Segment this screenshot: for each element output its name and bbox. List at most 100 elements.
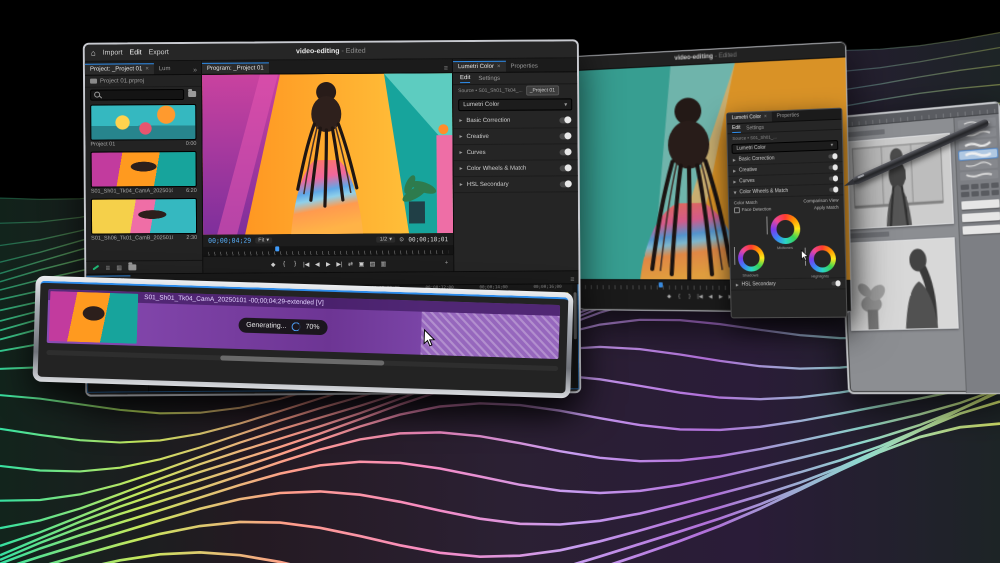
tab-program[interactable]: Program: _Project 01 [202,62,269,73]
step-back-button[interactable]: ◀ [707,293,713,299]
tab-lumetri-color[interactable]: Lumetri Color× [727,111,772,124]
toggle-switch[interactable] [829,165,838,170]
timeline-vertical-scrollbar[interactable] [572,284,578,388]
clip-thumbnail[interactable] [91,151,197,188]
storyboard-frame-2[interactable] [847,237,958,331]
layer-swatch[interactable] [961,199,999,210]
go-to-in-button[interactable]: |◀ [697,293,703,299]
apply-match-button[interactable]: Apply Match [814,205,839,212]
extended-clip[interactable]: S01_Sh01_Tk04_CamA_20250101 -00;00;04;29… [47,289,560,359]
section-creative[interactable]: ▸Creative [453,128,577,145]
target-clip-chip[interactable]: _Project 01 [526,85,559,95]
grid-view-icon[interactable]: ▦ [116,264,122,271]
toggle-switch[interactable] [831,281,840,286]
close-icon[interactable]: × [764,114,767,120]
tool-icon-grid[interactable] [961,182,1000,197]
tool-icon[interactable] [981,190,989,196]
pen-tool-icon[interactable] [92,265,99,271]
mark-out-button[interactable]: } [686,293,692,299]
section-curves[interactable]: ▸Curves [453,144,577,161]
tool-icon[interactable] [971,191,979,197]
toggle-switch[interactable] [559,133,571,139]
current-timecode[interactable]: 00;00;04;29 [208,237,251,245]
step-back-button[interactable]: ◀ [314,261,320,268]
section-basic-correction[interactable]: ▸Basic Correction [453,112,577,129]
section-hsl-secondary[interactable]: ▸HSL Secondary [454,176,578,193]
subtab-settings[interactable]: Settings [478,75,500,81]
list-view-icon[interactable]: ≣ [105,264,110,271]
marker-button[interactable]: ◆ [666,293,672,299]
add-button-icon[interactable]: + [445,260,449,266]
tool-icon[interactable] [971,184,979,190]
layer-swatch[interactable] [962,212,1000,223]
play-button[interactable]: ▶ [325,261,331,268]
lumetri-preset-dropdown[interactable]: Lumetri Color ▾ [458,98,572,111]
tool-icon[interactable] [991,190,999,196]
section-color-wheels[interactable]: ▸Color Wheels & Match [454,160,578,177]
zoom-level-dropdown[interactable]: Fit▾ [255,237,272,243]
clip-thumbnail[interactable] [91,198,197,235]
mark-in-button[interactable]: { [676,293,682,299]
tab-properties[interactable]: Properties [772,110,805,121]
extract-button[interactable]: ▥ [380,260,386,267]
go-to-out-button[interactable]: ▶| [336,260,342,267]
brush-stroke-option[interactable] [960,159,998,170]
close-icon[interactable]: × [497,64,501,70]
toggle-switch[interactable] [559,117,571,123]
menu-edit[interactable]: Edit [130,49,142,56]
panel-menu-icon[interactable]: ≡ [440,65,452,72]
brush-stroke-option[interactable] [959,138,997,149]
toggle-switch[interactable] [828,154,837,159]
menu-export[interactable]: Export [149,49,169,56]
toggle-switch[interactable] [560,165,572,171]
tab-project[interactable]: Project: _Project 01× [85,63,154,74]
tab-overflow[interactable]: Lum [154,64,176,74]
brush-stroke-option[interactable] [960,170,998,181]
playhead[interactable] [275,246,279,251]
export-frame-button[interactable]: ▣ [358,260,364,267]
tab-properties[interactable]: Properties [505,62,542,72]
search-input[interactable] [90,89,184,101]
subtab-edit[interactable]: Edit [732,124,741,132]
toggle-switch[interactable] [829,187,838,192]
bin-item[interactable]: Project 010:00 [90,104,196,148]
shadows-wheel[interactable] [738,244,765,271]
panel-menu-icon[interactable]: ≡ [566,276,578,283]
tool-icon[interactable] [961,192,969,198]
highlights-wheel[interactable] [809,245,837,273]
mark-out-button[interactable]: } [292,261,298,267]
brush-stroke-option-selected[interactable] [959,149,997,160]
layer-swatch[interactable] [962,224,1000,234]
subtab-edit[interactable]: Edit [460,75,470,83]
play-button[interactable]: ▶ [718,293,724,299]
midtones-wheel[interactable] [770,214,800,245]
bin-item[interactable]: S01_Sh06_Tk01_CamB_20250101...2:30 [91,198,197,242]
menu-import[interactable]: Import [103,49,123,56]
settings-gear-icon[interactable]: ⚙ [399,236,404,243]
toggle-switch[interactable] [560,149,572,155]
section-hsl-secondary[interactable]: ▸HSL Secondary [731,277,846,290]
loop-button[interactable]: ⇄ [347,260,353,267]
go-to-in-button[interactable]: |◀ [303,261,309,268]
toggle-switch[interactable] [829,176,838,181]
playback-resolution-dropdown[interactable]: 1/2▾ [377,237,395,243]
tab-lumetri-color[interactable]: Lumetri Color× [453,61,506,72]
project-file-row[interactable]: Project 01.prproj [85,75,201,88]
tool-icon[interactable] [961,184,969,190]
close-icon[interactable]: × [145,66,149,72]
scrollbar-thumb[interactable] [220,355,384,365]
panel-overflow-icon[interactable]: » [189,67,201,74]
face-detection-checkbox[interactable]: Face Detection [734,206,771,213]
folder-icon[interactable] [128,264,136,270]
clip-thumbnail[interactable] [90,104,196,141]
new-bin-icon[interactable] [188,91,196,97]
playhead[interactable] [659,282,663,287]
tool-icon[interactable] [991,182,999,188]
home-icon[interactable]: ⌂ [91,48,96,57]
shadows-slider[interactable] [734,247,735,265]
bin-item[interactable]: S01_Sh01_Tk04_CamA_20250101...6:20 [91,151,197,195]
toggle-switch[interactable] [560,181,572,187]
mark-in-button[interactable]: { [281,261,287,267]
marker-button[interactable]: ◆ [270,261,276,268]
tool-icon[interactable] [981,183,989,189]
